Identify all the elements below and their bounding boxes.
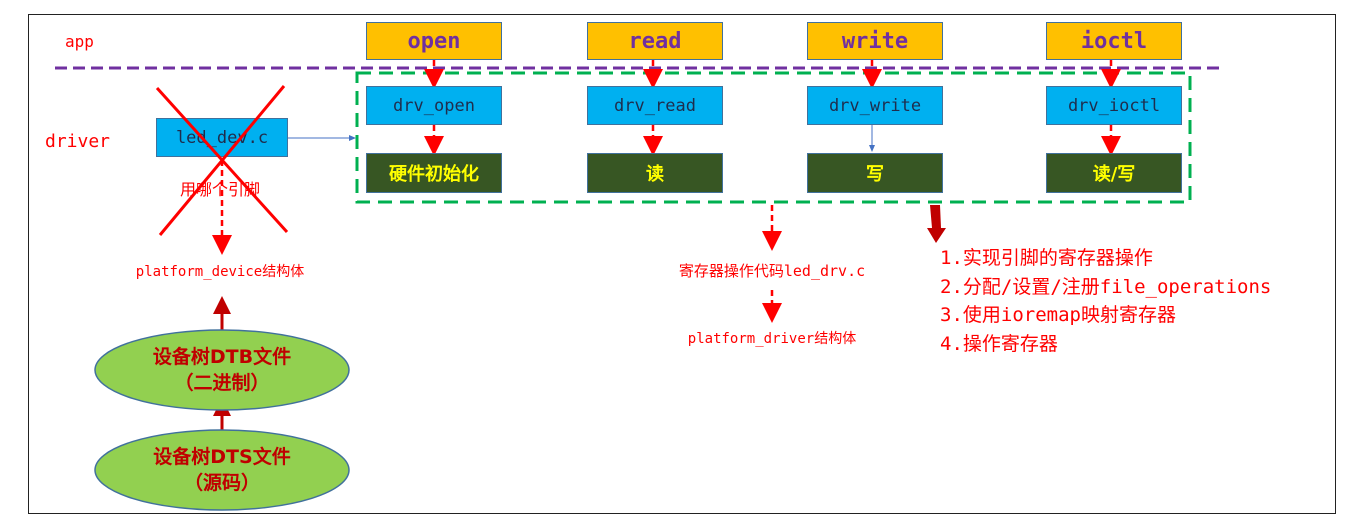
dtb-title: 设备树DTB文件 — [152, 346, 292, 368]
step-item: 4.操作寄存器 — [940, 332, 1058, 355]
dts-text: 设备树DTS文件 （源码） — [95, 444, 349, 496]
register-code-label: 寄存器操作代码led_drv.c — [678, 262, 866, 280]
dts-sub: （源码） — [183, 472, 260, 494]
platform-driver-label: platform_driver结构体 — [687, 331, 857, 347]
step-item: 2.分配/设置/注册file_operations — [940, 275, 1272, 298]
platform-device-label: platform_device结构体 — [135, 264, 305, 280]
steps-list: 1.实现引脚的寄存器操作 2.分配/设置/注册file_operations 3… — [940, 244, 1271, 358]
step-item: 3.使用ioremap映射寄存器 — [940, 304, 1176, 326]
step-item: 1.实现引脚的寄存器操作 — [940, 247, 1153, 269]
dts-title: 设备树DTS文件 — [153, 446, 291, 468]
dtb-text: 设备树DTB文件 （二进制） — [95, 344, 349, 396]
dtb-sub: （二进制） — [174, 372, 270, 394]
